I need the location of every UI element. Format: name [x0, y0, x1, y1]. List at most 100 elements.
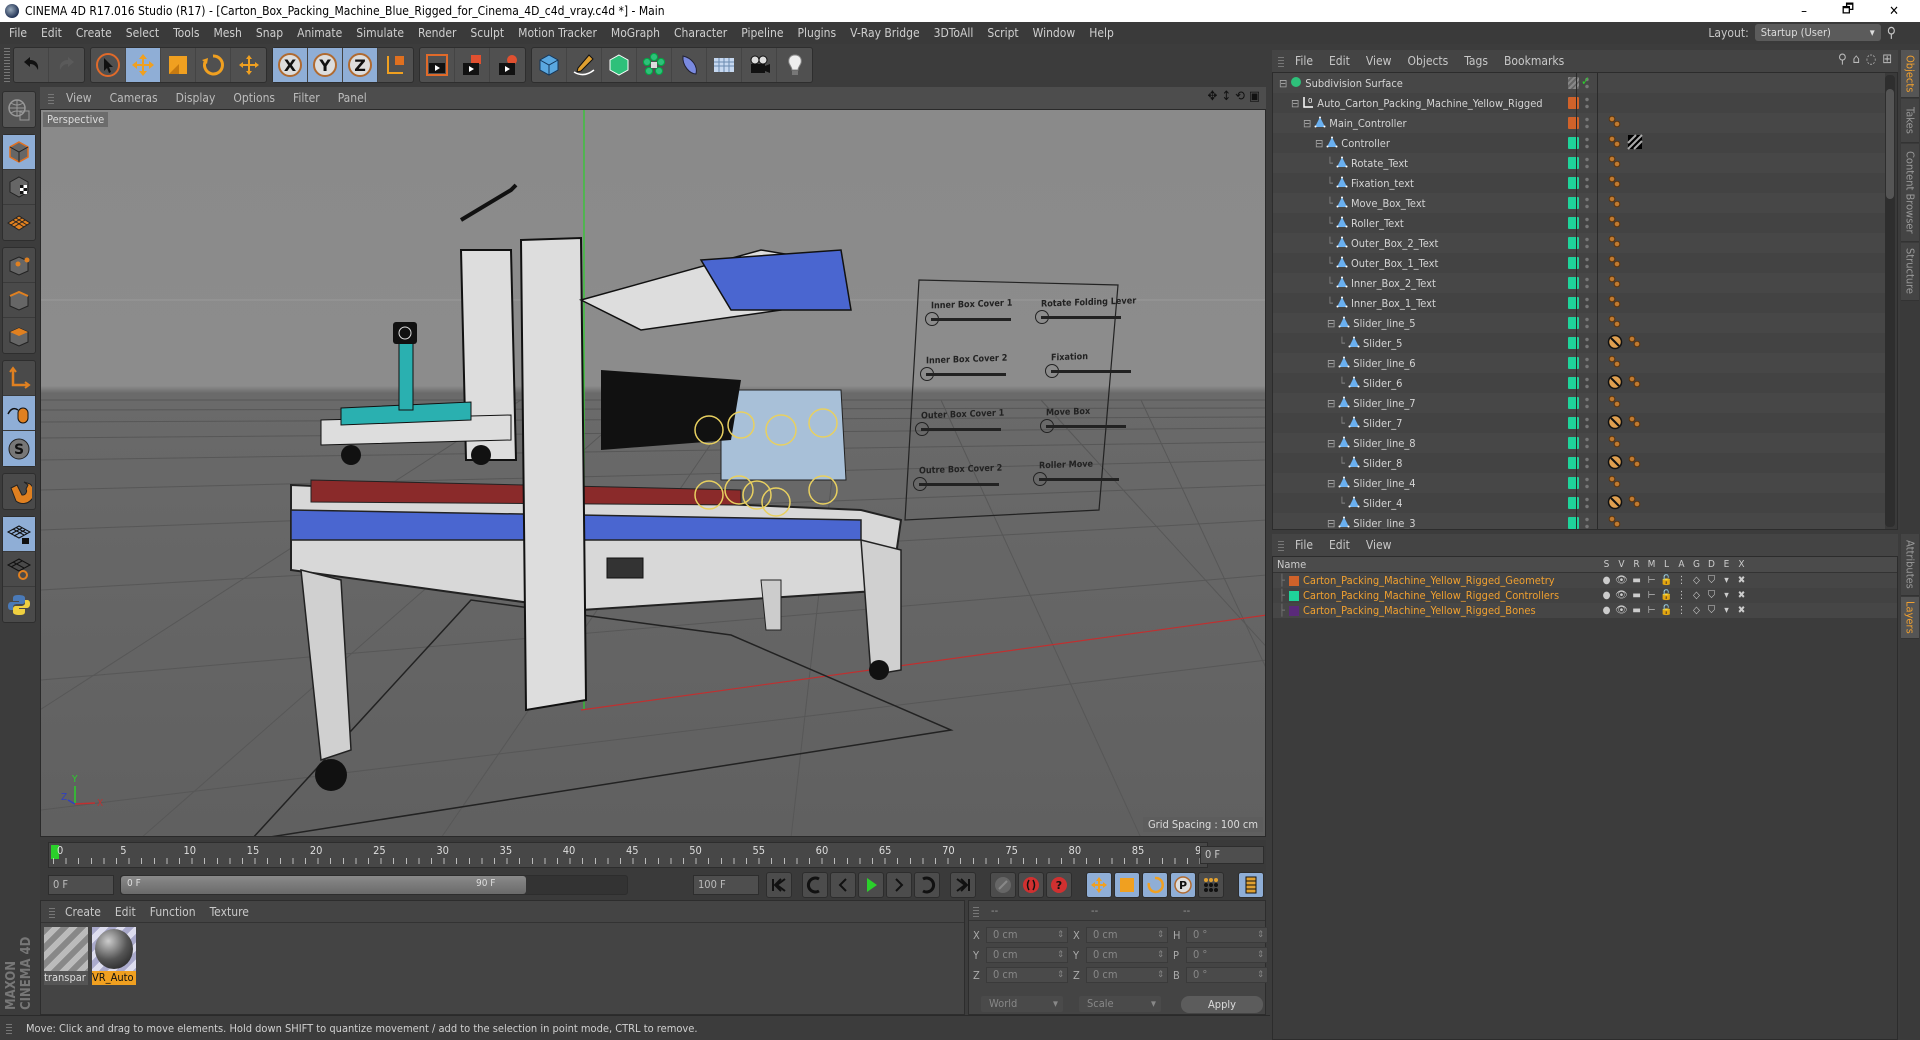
material-menu-texture[interactable]: Texture	[203, 905, 256, 919]
go-to-end-button[interactable]	[950, 872, 976, 898]
floor-button[interactable]	[707, 48, 742, 82]
xpresso-tag-icon[interactable]	[1607, 474, 1623, 493]
size-y-field[interactable]: 0 cm	[1086, 947, 1168, 963]
layer-color-swatch[interactable]	[1568, 477, 1579, 489]
object-menu-objects[interactable]: Objects	[1399, 54, 1456, 68]
layer-color-swatch[interactable]	[1568, 297, 1579, 309]
layer-color-swatch[interactable]	[1568, 257, 1579, 269]
rotation-p-field[interactable]: 0 °	[1186, 947, 1268, 963]
model-mode-button[interactable]	[3, 135, 35, 170]
go-to-previous-key-button[interactable]	[802, 872, 828, 898]
layer-color-swatch[interactable]	[1288, 575, 1299, 586]
workplane-mode-button[interactable]	[3, 205, 35, 240]
layer-row[interactable]: ├ Carton_Packing_Machine_Yellow_Rigged_Ge…	[1273, 573, 1897, 588]
display-tag-icon[interactable]	[1627, 134, 1643, 153]
expand-toggle-icon[interactable]: ⊟	[1327, 397, 1335, 410]
layer-solo-toggle-icon[interactable]: ●	[1599, 575, 1614, 586]
layer-column-x[interactable]: X	[1734, 559, 1749, 570]
expand-toggle-icon[interactable]: ⊟	[1327, 517, 1335, 530]
slider-knob[interactable]	[1045, 364, 1059, 378]
xpresso-tag-icon[interactable]	[1607, 154, 1623, 173]
frame-range-handle[interactable]	[121, 876, 526, 894]
material-menu-function[interactable]: Function	[143, 905, 203, 919]
xpresso-tag-icon[interactable]	[1607, 254, 1623, 273]
visibility-dots[interactable]	[1585, 136, 1589, 150]
visibility-dots[interactable]	[1585, 116, 1589, 130]
layer-column-s[interactable]: S	[1599, 559, 1614, 570]
menu-tools[interactable]: Tools	[166, 26, 206, 40]
layer-manager-toggle-icon[interactable]: ⊢	[1644, 575, 1659, 586]
live-selection-button[interactable]	[91, 48, 126, 82]
3d-viewport[interactable]: Inner Box Cover 1 Rotate Folding Lever Inn…	[40, 109, 1266, 837]
layer-generators-toggle-icon[interactable]: ◇	[1689, 590, 1704, 601]
panel-slider[interactable]: Inner Box Cover 2	[920, 354, 1007, 381]
layer-deformers-toggle-icon[interactable]: ⛉	[1704, 590, 1719, 601]
render-settings-button[interactable]	[490, 48, 525, 82]
slider-knob[interactable]	[925, 312, 939, 326]
key-point-level-button[interactable]	[1198, 872, 1224, 898]
visibility-dots[interactable]	[1585, 276, 1589, 290]
search-icon[interactable]: ⚲	[1838, 52, 1847, 67]
tab-structure[interactable]: Structure	[1901, 243, 1919, 301]
layer-solo-toggle-icon[interactable]: ●	[1599, 605, 1614, 616]
menu-edit[interactable]: Edit	[34, 26, 69, 40]
workplane-align-button[interactable]	[3, 552, 35, 587]
render-view-button[interactable]	[420, 48, 455, 82]
undo-button[interactable]	[14, 48, 49, 82]
material-grip[interactable]	[49, 905, 55, 918]
xpresso-tag-icon[interactable]	[1607, 114, 1623, 133]
object-row[interactable]: └ Slider_8	[1273, 453, 1885, 473]
layer-xrefs-toggle-icon[interactable]: ✖	[1734, 590, 1749, 601]
play-button[interactable]	[858, 872, 884, 898]
menu-v-ray-bridge[interactable]: V-Ray Bridge	[843, 26, 926, 40]
size-z-field[interactable]: 0 cm	[1086, 967, 1168, 983]
coordinate-grip[interactable]	[973, 904, 979, 917]
layer-visible-toggle-icon[interactable]: 👁	[1614, 605, 1629, 616]
expand-toggle-icon[interactable]: ⊟	[1327, 357, 1335, 370]
xpresso-tag-icon[interactable]	[1627, 454, 1643, 473]
layer-color-swatch[interactable]	[1568, 317, 1579, 329]
visibility-dots[interactable]	[1585, 376, 1589, 390]
visibility-dots[interactable]	[1585, 256, 1589, 270]
object-row[interactable]: ⊟ Slider_line_6	[1273, 353, 1885, 373]
object-row[interactable]: └ Roller_Text	[1273, 213, 1885, 233]
recent-tool-button[interactable]	[231, 48, 266, 82]
layer-color-swatch[interactable]	[1568, 457, 1579, 469]
go-to-next-key-button[interactable]	[914, 872, 940, 898]
viewport-menu-cameras[interactable]: Cameras	[101, 91, 167, 105]
protection-tag-icon[interactable]	[1607, 454, 1623, 473]
object-row[interactable]: └ Move_Box_Text	[1273, 193, 1885, 213]
layer-color-swatch[interactable]	[1568, 497, 1579, 509]
xpresso-tag-icon[interactable]	[1607, 314, 1623, 333]
menu-pipeline[interactable]: Pipeline	[734, 26, 790, 40]
menu-sculpt[interactable]: Sculpt	[463, 26, 511, 40]
expand-toggle-icon[interactable]: ⊟	[1327, 317, 1335, 330]
material-menu-edit[interactable]: Edit	[108, 905, 143, 919]
layer-color-swatch[interactable]	[1568, 157, 1579, 169]
layer-locked-toggle-icon[interactable]: 🔓	[1659, 590, 1674, 601]
position-z-field[interactable]: 0 cm	[986, 967, 1068, 983]
menu-character[interactable]: Character	[667, 26, 734, 40]
object-row[interactable]: └ Inner_Box_1_Text	[1273, 293, 1885, 313]
visibility-dots[interactable]	[1585, 356, 1589, 370]
layer-column-v[interactable]: V	[1614, 559, 1629, 570]
visibility-dots[interactable]	[1585, 236, 1589, 250]
rotate-button[interactable]	[196, 48, 231, 82]
layer-xrefs-toggle-icon[interactable]: ✖	[1734, 605, 1749, 616]
object-row[interactable]: └ Rotate_Text	[1273, 153, 1885, 173]
panel-slider[interactable]: Rotate Folding Lever	[1035, 296, 1136, 324]
visibility-dots[interactable]	[1585, 336, 1589, 350]
panel-slider[interactable]: Move Box	[1040, 407, 1126, 433]
visibility-dots[interactable]	[1585, 316, 1589, 330]
end-frame-field[interactable]: 100 F	[693, 875, 759, 895]
layer-column-m[interactable]: M	[1644, 559, 1659, 570]
layer-color-swatch[interactable]	[1568, 137, 1579, 149]
viewport-menu-panel[interactable]: Panel	[329, 91, 376, 105]
layer-color-swatch[interactable]	[1568, 117, 1579, 129]
layer-color-swatch[interactable]	[1568, 517, 1579, 529]
visibility-dots[interactable]	[1585, 196, 1589, 210]
xpresso-tag-icon[interactable]	[1607, 354, 1623, 373]
visibility-dots[interactable]	[1585, 216, 1589, 230]
visibility-dots[interactable]	[1585, 436, 1589, 450]
polygons-mode-button[interactable]	[3, 318, 35, 353]
